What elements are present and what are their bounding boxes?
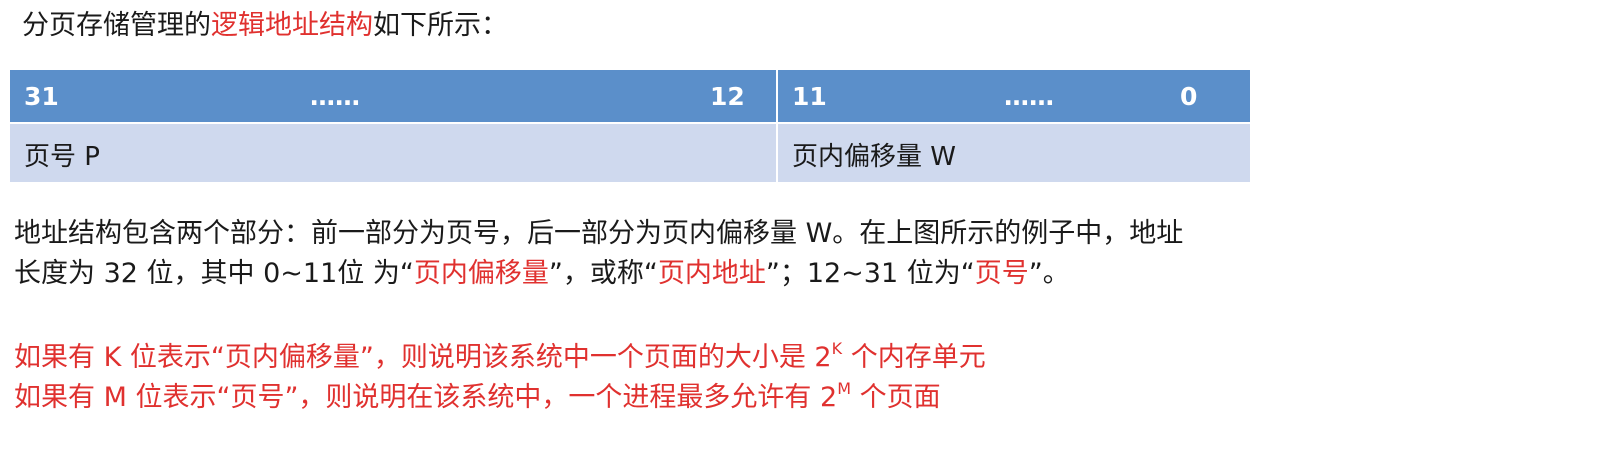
bit-0: 0 xyxy=(1180,82,1198,111)
p2-highlight-page: 页号 xyxy=(974,258,1029,289)
intro-text: 分页存储管理的 xyxy=(22,10,211,41)
p2-text-a: 长度为 32 位，其中 0~11位 为“ xyxy=(14,258,414,289)
page-number-label: 页号 P xyxy=(24,142,100,172)
note-line-1: 如果有 K 位表示“页内偏移量”，则说明该系统中一个页面的大小是 2K 个内存单… xyxy=(14,338,986,378)
logical-address-table: 31 …… 12 11 …… 0 页号 P 页内偏移量 W xyxy=(10,70,1250,182)
note-line-2: 如果有 M 位表示“页号”，则说明在该系统中，一个进程最多允许有 2M 个页面 xyxy=(14,378,986,418)
note1-exponent: K xyxy=(831,339,843,358)
bit-31: 31 xyxy=(24,82,59,111)
field-label-row: 页号 P 页内偏移量 W xyxy=(10,124,1250,182)
p2-text-d: ”。 xyxy=(1028,258,1070,289)
bit-dots-right: …… xyxy=(1004,82,1054,111)
notes-block: 如果有 K 位表示“页内偏移量”，则说明该系统中一个页面的大小是 2K 个内存单… xyxy=(14,338,986,418)
intro-text-end: 如下所示： xyxy=(373,10,508,41)
offset-label: 页内偏移量 W xyxy=(792,142,956,172)
intro-highlight: 逻辑地址结构 xyxy=(211,10,373,41)
intro-line: 分页存储管理的逻辑地址结构如下所示： xyxy=(22,6,508,46)
bit-dots-left: …… xyxy=(310,82,360,111)
note2-text-end: 个页面 xyxy=(851,382,941,413)
bit-header-row: 31 …… 12 11 …… 0 xyxy=(10,70,1250,122)
explanation-paragraph: 地址结构包含两个部分：前一部分为页号，后一部分为页内偏移量 W。在上图所示的例子… xyxy=(14,214,1183,294)
paragraph-line-2: 长度为 32 位，其中 0~11位 为“页内偏移量”，或称“页内地址”；12~3… xyxy=(14,254,1183,294)
page-number-cell: 页号 P xyxy=(10,124,776,182)
note1-text-end: 个内存单元 xyxy=(842,342,986,373)
bit-12: 12 xyxy=(710,82,745,111)
note1-text: 如果有 K 位表示“页内偏移量”，则说明该系统中一个页面的大小是 2 xyxy=(14,342,832,373)
note2-text: 如果有 M 位表示“页号”，则说明在该系统中，一个进程最多允许有 2 xyxy=(14,382,838,413)
note2-exponent: M xyxy=(837,379,852,398)
p2-text-c: ”；12~31 位为“ xyxy=(765,258,975,289)
p2-highlight-address: 页内地址 xyxy=(657,258,766,289)
paragraph-line-1: 地址结构包含两个部分：前一部分为页号，后一部分为页内偏移量 W。在上图所示的例子… xyxy=(14,218,1184,249)
offset-cell: 页内偏移量 W xyxy=(778,124,1250,182)
offset-bits: 11 …… 0 xyxy=(778,70,1250,122)
p2-highlight-offset: 页内偏移量 xyxy=(413,258,549,289)
page-number-bits: 31 …… 12 xyxy=(10,70,776,122)
p2-text-b: ”，或称“ xyxy=(548,258,658,289)
bit-11: 11 xyxy=(792,82,827,111)
